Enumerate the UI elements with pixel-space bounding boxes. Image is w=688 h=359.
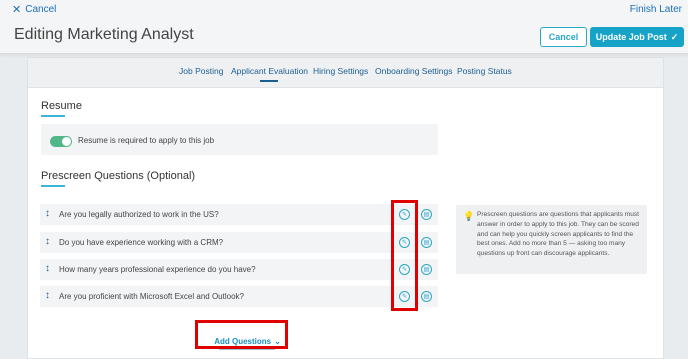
top-bar: ✕ Cancel Finish Later Editing Marketing … <box>0 0 688 54</box>
info-text: Prescreen questions are questions that a… <box>477 211 640 258</box>
question-text: How many years professional experience d… <box>59 265 256 274</box>
question-row[interactable]: ↕ Are you proficient with Microsoft Exce… <box>40 286 438 307</box>
prescreen-section-title: Prescreen Questions (Optional) <box>41 170 196 182</box>
close-icon: ✕ <box>12 3 22 16</box>
resume-required-toggle[interactable] <box>50 136 72 147</box>
toggle-knob <box>62 137 71 146</box>
check-icon: ✓ <box>670 31 679 42</box>
delete-question-icon[interactable]: ▤ <box>421 209 432 220</box>
cancel-link-label: Cancel <box>25 4 57 15</box>
applicant-evaluation-card: Job Posting Applicant Evaluation Hiring … <box>27 57 664 359</box>
question-row[interactable]: ↕ How many years professional experience… <box>40 259 438 280</box>
question-row[interactable]: ↕ Do you have experience working with a … <box>40 232 438 253</box>
tab-posting-status[interactable]: Posting Status <box>457 66 512 76</box>
resume-section-title: Resume <box>41 100 82 112</box>
lightbulb-icon: 💡 <box>463 211 475 221</box>
add-questions-underline <box>219 349 275 350</box>
tab-onboarding-settings[interactable]: Onboarding Settings <box>375 66 453 76</box>
active-tab-indicator <box>260 80 278 82</box>
highlight-box <box>391 200 418 311</box>
drag-handle-icon[interactable]: ↕ <box>45 236 50 248</box>
tab-job-posting[interactable]: Job Posting <box>179 66 223 76</box>
question-text: Do you have experience working with a CR… <box>59 238 224 247</box>
update-button-label: Update Job Post <box>595 32 667 42</box>
drag-handle-icon[interactable]: ↕ <box>45 263 50 275</box>
page-title: Editing Marketing Analyst <box>14 26 194 43</box>
tab-applicant-evaluation[interactable]: Applicant Evaluation <box>231 66 308 76</box>
question-text: Are you legally authorized to work in th… <box>59 210 219 219</box>
section-underline <box>41 115 65 117</box>
delete-question-icon[interactable]: ▤ <box>421 264 432 275</box>
section-underline <box>41 185 65 187</box>
drag-handle-icon[interactable]: ↕ <box>45 290 50 302</box>
resume-toggle-label: Resume is required to apply to this job <box>78 136 215 145</box>
delete-question-icon[interactable]: ▤ <box>421 237 432 248</box>
tab-hiring-settings[interactable]: Hiring Settings <box>313 66 368 76</box>
question-row[interactable]: ↕ Are you legally authorized to work in … <box>40 204 438 225</box>
resume-requirement-box: Resume is required to apply to this job <box>41 124 438 155</box>
tab-bar: Job Posting Applicant Evaluation Hiring … <box>28 58 663 88</box>
delete-question-icon[interactable]: ▤ <box>421 291 432 302</box>
highlight-box <box>195 320 288 349</box>
cancel-button[interactable]: Cancel <box>540 27 587 47</box>
drag-handle-icon[interactable]: ↕ <box>45 208 50 220</box>
finish-later-link[interactable]: Finish Later <box>630 4 682 15</box>
question-text: Are you proficient with Microsoft Excel … <box>59 292 244 301</box>
update-job-post-button[interactable]: Update Job Post ✓ <box>590 27 684 47</box>
cancel-link[interactable]: ✕ Cancel <box>12 4 56 15</box>
prescreen-info-box: 💡 Prescreen questions are questions that… <box>456 205 647 274</box>
